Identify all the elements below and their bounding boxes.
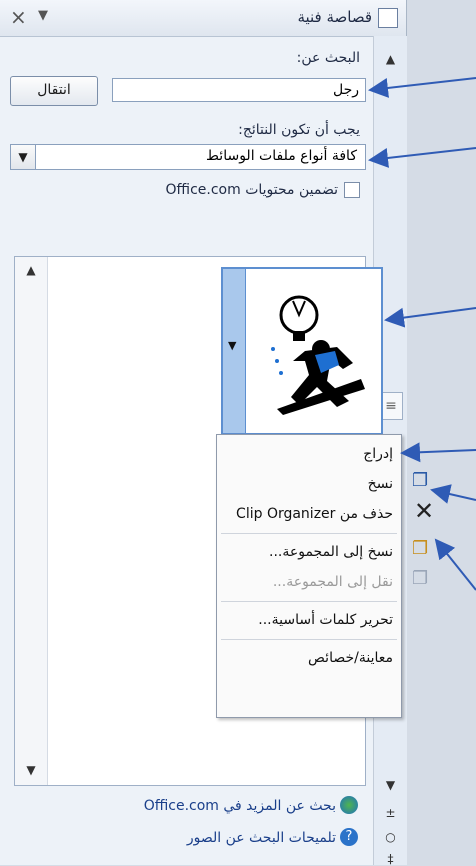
arrow-to-mediatype	[368, 147, 476, 168]
arrow-to-copy-collection	[434, 538, 476, 591]
arrow-to-thumbnail	[384, 307, 476, 328]
arrow-to-delete	[430, 484, 476, 504]
arrow-to-search	[368, 77, 476, 98]
annotation-arrows	[368, 77, 476, 591]
arrow-to-insert	[400, 442, 476, 463]
